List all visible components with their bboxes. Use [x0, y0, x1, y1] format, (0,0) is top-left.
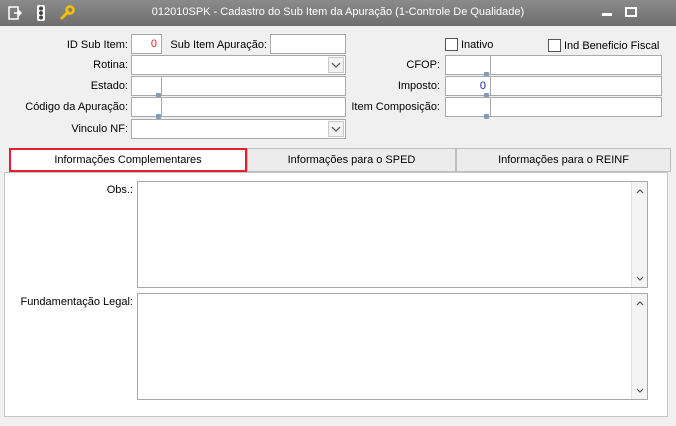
traffic-light-icon[interactable] — [32, 4, 50, 22]
fundamentacao-legal-textarea[interactable] — [137, 293, 648, 400]
tab-informacoes-sped[interactable]: Informações para o SPED — [247, 148, 456, 172]
estado-field[interactable] — [131, 76, 346, 98]
field-divider — [161, 77, 162, 95]
exit-icon[interactable] — [6, 4, 24, 22]
title-bar: 012010SPK - Cadastro do Sub Item da Apur… — [0, 0, 676, 26]
window-title: 012010SPK - Cadastro do Sub Item da Apur… — [151, 6, 525, 18]
fundamentacao-scrollbar[interactable] — [631, 294, 647, 399]
minimize-icon[interactable] — [600, 6, 614, 18]
codigo-apuracao-field[interactable] — [131, 97, 346, 119]
tab-bar: Informações Complementares Informações p… — [4, 148, 671, 172]
ind-beneficio-fiscal-checkbox[interactable]: Ind Beneficio Fiscal — [548, 39, 659, 52]
field-divider — [490, 98, 491, 116]
inativo-checkbox[interactable]: Inativo — [445, 38, 493, 51]
rotina-label: Rotina: — [93, 59, 128, 71]
imposto-label: Imposto: — [397, 80, 440, 92]
chevron-down-icon[interactable] — [328, 57, 344, 73]
scroll-down-icon[interactable] — [632, 271, 648, 285]
tab-informacoes-complementares[interactable]: Informações Complementares — [9, 148, 247, 172]
vinculo-nf-select[interactable] — [131, 119, 346, 139]
cfop-field[interactable] — [445, 55, 662, 77]
wrench-icon[interactable] — [58, 4, 76, 22]
id-sub-item-label: ID Sub Item: — [66, 39, 128, 51]
obs-textarea[interactable] — [137, 181, 648, 288]
imposto-field[interactable]: 0 — [445, 76, 662, 98]
field-divider — [490, 77, 491, 95]
sub-item-apuracao-label: Sub Item Apuração: — [170, 39, 267, 51]
inativo-label: Inativo — [461, 38, 494, 51]
id-sub-item-field[interactable]: 0 — [131, 34, 162, 54]
scroll-down-icon[interactable] — [632, 383, 648, 397]
scroll-up-icon[interactable] — [632, 296, 648, 310]
field-divider — [161, 98, 162, 116]
estado-label: Estado: — [90, 80, 128, 92]
lookup-icon[interactable] — [484, 114, 489, 119]
rotina-select[interactable] — [131, 55, 346, 75]
vinculo-nf-label: Vinculo NF: — [71, 123, 128, 135]
maximize-icon[interactable] — [624, 6, 638, 18]
ind-beneficio-fiscal-label: Ind Beneficio Fiscal — [564, 39, 660, 52]
checkbox-box[interactable] — [548, 39, 561, 52]
item-composicao-field[interactable] — [445, 97, 662, 119]
field-divider — [490, 56, 491, 74]
scroll-up-icon[interactable] — [632, 184, 648, 198]
obs-label: Obs.: — [106, 184, 133, 196]
imposto-value: 0 — [479, 80, 486, 92]
codigo-apuracao-label: Código da Apuração: — [25, 101, 128, 113]
chevron-down-icon[interactable] — [328, 121, 344, 137]
item-composicao-label: Item Composição: — [351, 101, 440, 113]
obs-scrollbar[interactable] — [631, 182, 647, 287]
checkbox-box[interactable] — [445, 38, 458, 51]
tab-informacoes-reinf[interactable]: Informações para o REINF — [456, 148, 671, 172]
fundamentacao-legal-label: Fundamentação Legal: — [20, 296, 133, 308]
sub-item-apuracao-field[interactable] — [270, 34, 346, 54]
tab-panel: Obs.: Fundamentação Legal: — [4, 172, 668, 417]
cfop-label: CFOP: — [406, 59, 440, 71]
